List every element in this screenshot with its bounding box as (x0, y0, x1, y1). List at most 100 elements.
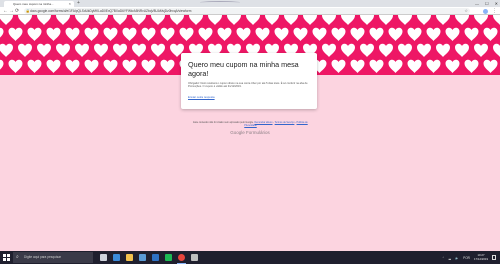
browser-toolbar: ← → ⟳ 🔒 docs.google.com/forms/d/e/1FAIpQ… (0, 7, 500, 15)
heart-shape (464, 59, 479, 73)
heart-shape (8, 59, 23, 73)
heart-shape (141, 27, 156, 41)
clock[interactable]: 10:27 17/12/2019 (474, 253, 488, 261)
heart-shape (322, 43, 336, 57)
heart-shape (483, 59, 498, 73)
heart-shape (255, 27, 270, 41)
heart-shape (27, 59, 42, 73)
heart-shape (122, 59, 137, 73)
confirmation-message: Obrigado! Você receberá o cupom direto n… (188, 82, 308, 89)
heart-shape (132, 43, 146, 57)
heart-shape (350, 27, 365, 41)
heart-shape (284, 15, 298, 25)
heart-shape (312, 27, 327, 41)
forward-button[interactable]: → (9, 7, 14, 15)
heart-shape (398, 43, 412, 57)
heart-shape (493, 15, 500, 25)
heart-shape (436, 43, 450, 57)
heart-shape (388, 59, 403, 73)
store-icon[interactable] (139, 254, 146, 261)
heart-shape (27, 27, 42, 41)
forms-wordmark: Formulários (246, 130, 270, 135)
heart-shape (0, 59, 4, 70)
google-forms-logo[interactable]: Google Formulários (200, 130, 300, 136)
volume-icon[interactable]: 🔈 (455, 256, 459, 260)
heart-shape (426, 59, 441, 73)
heart-shape (407, 27, 422, 41)
heart-shape (322, 15, 336, 25)
browser-tabstrip: Quero meu cupom na minha... × + — ☐ ✕ (0, 0, 500, 7)
terms-link[interactable]: Termos de Serviço (275, 121, 295, 124)
heart-shape (369, 59, 384, 73)
submit-another-response-link[interactable]: Enviar outra resposta (188, 96, 215, 99)
close-window-button[interactable]: ✕ (495, 0, 498, 7)
heart-shape (56, 15, 70, 25)
heart-shape (417, 15, 431, 25)
heart-shape (37, 15, 51, 25)
profile-avatar[interactable] (483, 8, 488, 14)
heart-shape (445, 27, 460, 41)
heart-shape (445, 59, 460, 73)
heart-shape (18, 15, 32, 25)
heart-shape (113, 43, 127, 57)
notifications-icon[interactable] (492, 255, 496, 260)
minimize-button[interactable]: — (475, 0, 479, 7)
google-wordmark: Google (230, 130, 245, 135)
heart-shape (217, 27, 232, 41)
spotify-icon[interactable] (165, 254, 172, 261)
heart-shape (94, 43, 108, 57)
heart-shape (75, 15, 89, 25)
heart-shape (407, 59, 422, 73)
heart-shape (379, 43, 393, 57)
start-button[interactable] (3, 254, 10, 261)
task-view-icon[interactable] (100, 254, 107, 261)
chrome-icon[interactable] (178, 254, 185, 261)
address-bar[interactable]: 🔒 docs.google.com/forms/d/e/1FAIpQLSdUkD… (24, 8, 470, 14)
heart-shape (246, 15, 260, 25)
heart-shape (417, 43, 431, 57)
edge-icon[interactable] (113, 254, 120, 261)
heart-shape (474, 43, 488, 57)
heart-shape (65, 59, 80, 73)
heart-shape (369, 27, 384, 41)
heart-shape (426, 27, 441, 41)
settings-icon[interactable] (191, 254, 198, 261)
heart-shape (455, 15, 469, 25)
search-icon: ⌕ (16, 254, 19, 260)
active-app-indicator (177, 262, 186, 264)
mail-icon[interactable] (152, 254, 159, 261)
chevron-up-icon[interactable]: ⌃ (442, 256, 445, 260)
report-abuse-link[interactable]: Denunciar abuso (254, 121, 272, 124)
heart-shape (493, 43, 500, 57)
heart-shape (265, 15, 279, 25)
file-explorer-icon[interactable] (126, 254, 133, 261)
reload-button[interactable]: ⟳ (15, 7, 19, 15)
heart-shape (331, 27, 346, 41)
heart-shape (84, 59, 99, 73)
form-title: Quero meu cupom na minha mesa agora! (188, 60, 299, 78)
heart-shape (360, 43, 374, 57)
heart-shape (103, 27, 118, 41)
taskbar-search[interactable]: ⌕ Digite aqui para pesquisar (13, 252, 93, 263)
network-icon[interactable]: ▂ (449, 256, 451, 260)
heart-shape (56, 43, 70, 57)
heart-shape (208, 15, 222, 25)
heart-shape (341, 43, 355, 57)
browser-menu-icon[interactable]: ⋮ (492, 7, 497, 15)
heart-shape (341, 15, 355, 25)
heart-shape (474, 15, 488, 25)
form-card: Quero meu cupom na minha mesa agora! Obr… (181, 53, 317, 109)
system-tray: ⌃ ▂ 🔈 POR 10:27 17/12/2019 (442, 251, 496, 264)
heart-shape (0, 15, 13, 25)
heart-shape (350, 59, 365, 73)
maximize-button[interactable]: ☐ (485, 0, 489, 7)
heart-shape (84, 27, 99, 41)
new-tab-button[interactable]: + (77, 1, 80, 6)
back-button[interactable]: ← (3, 7, 8, 15)
heart-shape (132, 15, 146, 25)
heart-shape (455, 43, 469, 57)
bookmark-star-icon[interactable]: ☆ (464, 8, 468, 14)
heart-shape (37, 43, 51, 57)
heart-shape (179, 27, 194, 41)
language-indicator[interactable]: POR (463, 256, 470, 260)
